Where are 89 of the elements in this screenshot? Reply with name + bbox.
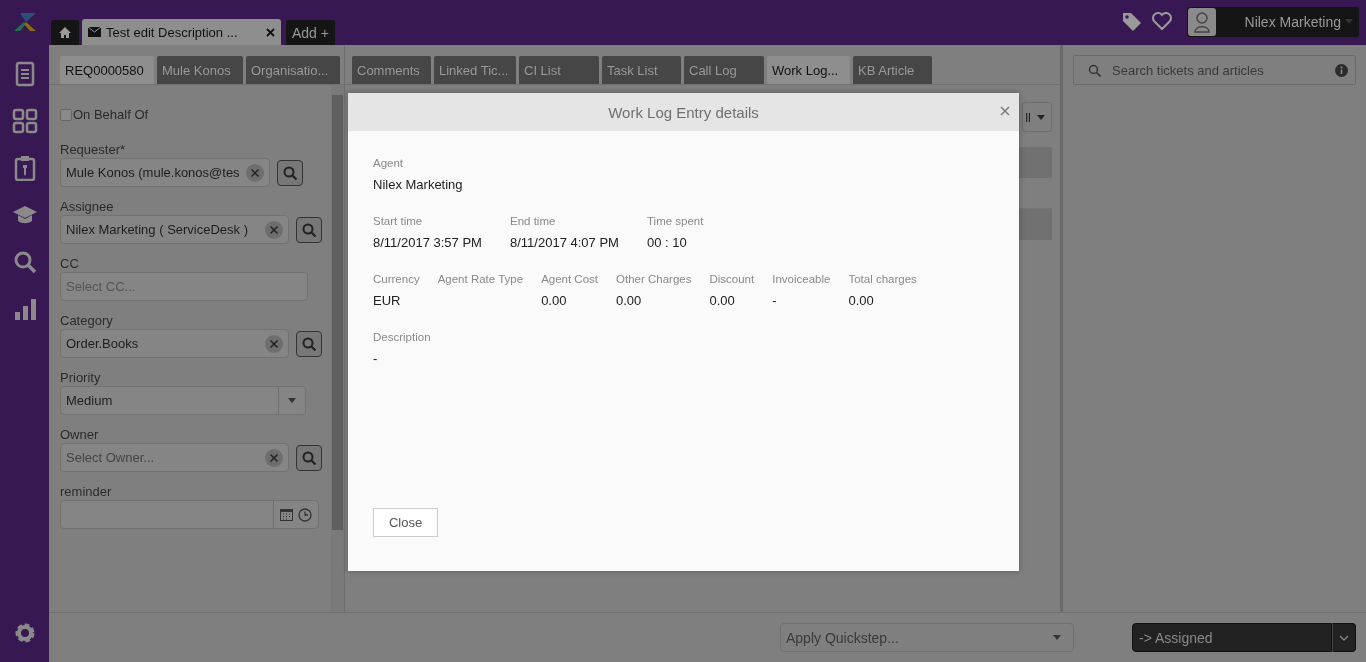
field-label: Priority bbox=[60, 370, 102, 385]
tab-title[interactable]: Test edit Description ... bbox=[106, 24, 261, 40]
input-field[interactable] bbox=[60, 500, 319, 529]
close-button[interactable]: Close bbox=[373, 508, 438, 537]
document-tab[interactable]: Test edit Description ... bbox=[82, 19, 281, 45]
avatar-icon bbox=[1188, 7, 1216, 36]
dialog-title: Work Log Entry details bbox=[608, 103, 759, 121]
home-tab[interactable] bbox=[51, 20, 79, 45]
input-field[interactable]: Medium bbox=[60, 386, 306, 415]
detail-label: Agent bbox=[373, 157, 405, 169]
add-button[interactable]: Add + bbox=[286, 20, 335, 45]
dropdown-caret-icon bbox=[1037, 114, 1045, 120]
grid-icon[interactable] bbox=[11, 108, 38, 134]
calendar-icon[interactable] bbox=[280, 508, 293, 521]
detail-label: Total charges bbox=[848, 273, 917, 285]
detail-label: Agent Cost bbox=[541, 273, 599, 285]
filter-dropdown[interactable]: ll bbox=[1022, 102, 1052, 132]
detail-tab[interactable]: Work Log... bbox=[767, 56, 850, 84]
detail-label: Invoiceable bbox=[772, 273, 831, 285]
envelope-icon bbox=[88, 27, 101, 37]
search-icon bbox=[1088, 63, 1101, 77]
field-label: Owner bbox=[60, 427, 100, 442]
detail-tab[interactable]: Task List bbox=[602, 56, 681, 84]
dropdown-caret-icon bbox=[1053, 635, 1061, 640]
detail-label: Description bbox=[373, 331, 431, 343]
search-icon bbox=[302, 336, 316, 351]
tag-icon[interactable] bbox=[1121, 11, 1143, 31]
checkbox-label: On Behalf Of bbox=[73, 107, 149, 122]
input-field[interactable]: Mule Konos (mule.konos@tes bbox=[60, 158, 270, 187]
detail-tab[interactable]: KB Article bbox=[853, 56, 932, 84]
input-field[interactable]: Order.Books bbox=[60, 329, 289, 358]
search-icon bbox=[283, 165, 297, 180]
dropdown-button[interactable] bbox=[1332, 623, 1356, 652]
detail-label: End time bbox=[510, 215, 557, 227]
detail-label: Agent Rate Type bbox=[437, 273, 524, 285]
record-tab[interactable]: Organisatio... bbox=[246, 56, 340, 84]
detail-label: Start time bbox=[373, 215, 424, 227]
clear-icon[interactable] bbox=[246, 163, 264, 182]
home-icon bbox=[58, 26, 72, 39]
record-tab[interactable]: Mule Konos bbox=[157, 56, 243, 84]
field-label: Assignee bbox=[60, 199, 115, 214]
detail-value: 0.00 bbox=[541, 293, 568, 308]
detail-value: 0.00 bbox=[616, 293, 643, 308]
detail-label: Time spent bbox=[647, 215, 704, 227]
detail-value: Nilex Marketing bbox=[373, 177, 463, 192]
detail-value: EUR bbox=[373, 293, 402, 308]
close-tab-icon[interactable] bbox=[266, 27, 275, 37]
detail-label: Other Charges bbox=[616, 273, 692, 285]
dropdown-caret-icon bbox=[288, 398, 296, 403]
detail-value: 0.00 bbox=[709, 293, 736, 308]
heart-icon[interactable] bbox=[1151, 11, 1173, 31]
detail-value: - bbox=[373, 351, 379, 366]
field-label: reminder bbox=[60, 484, 113, 499]
quickstep-dropdown[interactable]: Apply Quickstep... bbox=[780, 623, 1074, 652]
info-icon[interactable] bbox=[1335, 63, 1348, 77]
search-button[interactable] bbox=[296, 330, 322, 357]
detail-value: 8/11/2017 3:57 PM bbox=[373, 235, 483, 250]
detail-value: 00 : 10 bbox=[647, 235, 688, 250]
detail-value: 0.00 bbox=[848, 293, 875, 308]
record-tab[interactable]: REQ0000580 bbox=[60, 56, 154, 84]
status-button[interactable]: -> Assigned bbox=[1132, 623, 1332, 652]
search-button[interactable] bbox=[296, 444, 322, 471]
close-icon[interactable] bbox=[1000, 106, 1010, 116]
chevron-down-icon bbox=[1339, 634, 1349, 641]
clear-icon[interactable] bbox=[265, 448, 283, 467]
checkbox[interactable] bbox=[60, 108, 72, 121]
field-label: CC bbox=[60, 256, 80, 271]
search-field[interactable]: Search tickets and articles bbox=[1073, 55, 1356, 85]
user-menu-button[interactable]: Nilex Marketing bbox=[1187, 6, 1359, 37]
search-button[interactable] bbox=[277, 159, 303, 186]
clear-icon[interactable] bbox=[265, 334, 283, 353]
detail-tab[interactable]: CI List bbox=[519, 56, 599, 84]
detail-tab[interactable]: Linked Tic... bbox=[434, 56, 516, 84]
search-icon bbox=[302, 222, 316, 237]
field-label: Category bbox=[60, 313, 114, 328]
clock-icon[interactable] bbox=[298, 507, 312, 522]
detail-label: Currency bbox=[373, 273, 420, 285]
field-label: Requester* bbox=[60, 142, 127, 157]
input-field[interactable]: Select Owner... bbox=[60, 443, 289, 472]
detail-value: - bbox=[772, 293, 778, 308]
detail-tab[interactable]: Call Log bbox=[684, 56, 764, 84]
search-icon bbox=[302, 450, 316, 465]
detail-tab[interactable]: Comments bbox=[352, 56, 431, 84]
search-button[interactable] bbox=[296, 216, 322, 243]
input-field[interactable]: Nilex Marketing ( ServiceDesk ) bbox=[60, 215, 289, 244]
scrollbar[interactable] bbox=[331, 85, 344, 612]
detail-label: Discount bbox=[709, 273, 755, 285]
detail-value: 8/11/2017 4:07 PM bbox=[510, 235, 620, 250]
clear-icon[interactable] bbox=[265, 220, 283, 239]
